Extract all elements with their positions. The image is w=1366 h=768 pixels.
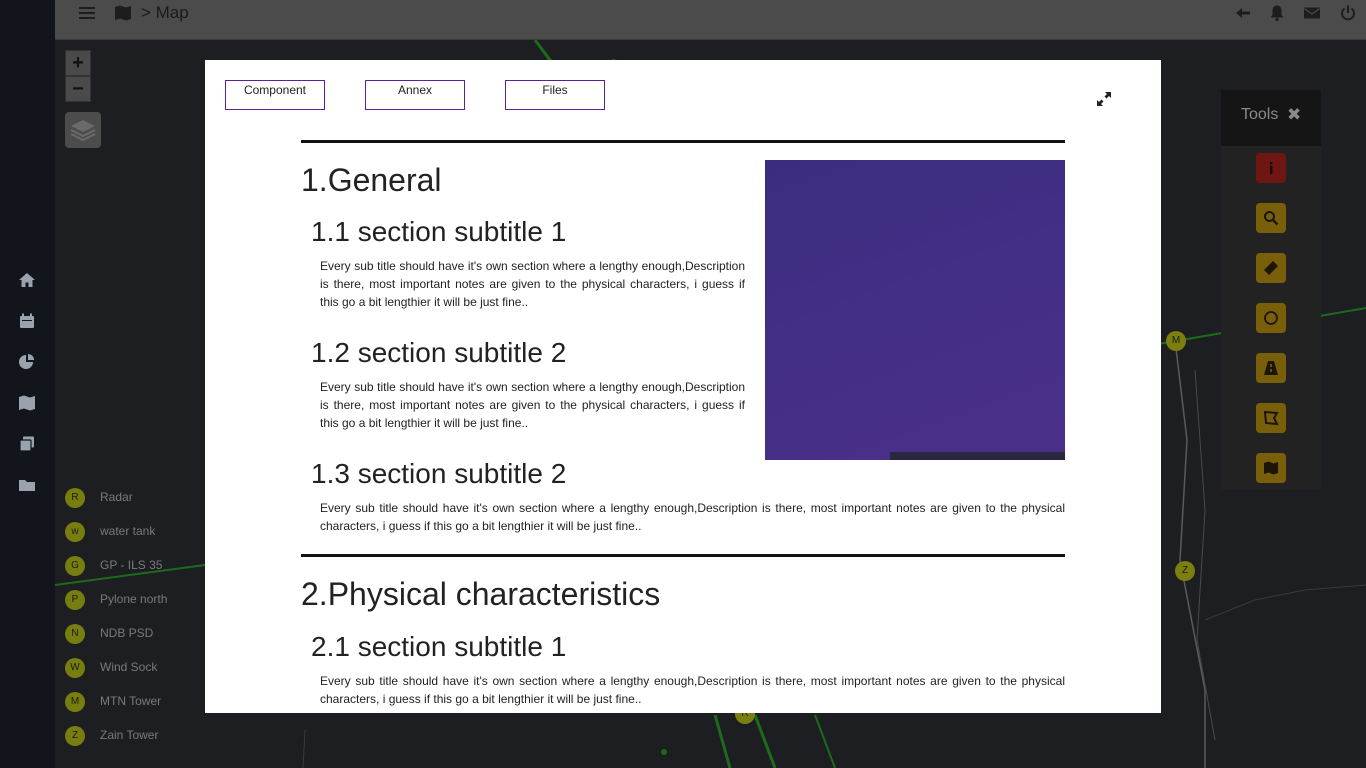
section-divider bbox=[301, 140, 1065, 143]
subsection-title: 2.1 section subtitle 1 bbox=[311, 631, 567, 662]
expand-icon[interactable] bbox=[1096, 91, 1112, 107]
section-title: 1.General bbox=[301, 162, 442, 198]
component-photo bbox=[765, 160, 1065, 460]
section-title: 2.Physical characteristics bbox=[301, 576, 661, 612]
subsection-text: Every sub title should have it's own sec… bbox=[320, 259, 745, 309]
subsection-text: Every sub title should have it's own sec… bbox=[320, 674, 1065, 706]
tab-files[interactable]: Files bbox=[505, 80, 605, 110]
subsection-title: 1.2 section subtitle 2 bbox=[311, 337, 567, 368]
detail-modal: Component Annex Files 1.General 1.1 sect… bbox=[205, 60, 1161, 713]
subsection-text: Every sub title should have it's own sec… bbox=[320, 380, 745, 430]
subsection-title: 1.1 section subtitle 1 bbox=[311, 216, 567, 247]
tab-annex[interactable]: Annex bbox=[365, 80, 465, 110]
subsection-text: Every sub title should have it's own sec… bbox=[320, 501, 1065, 533]
tab-component[interactable]: Component bbox=[225, 80, 325, 110]
subsection-title: 1.3 section subtitle 2 bbox=[311, 458, 567, 489]
section-divider bbox=[301, 554, 1065, 557]
